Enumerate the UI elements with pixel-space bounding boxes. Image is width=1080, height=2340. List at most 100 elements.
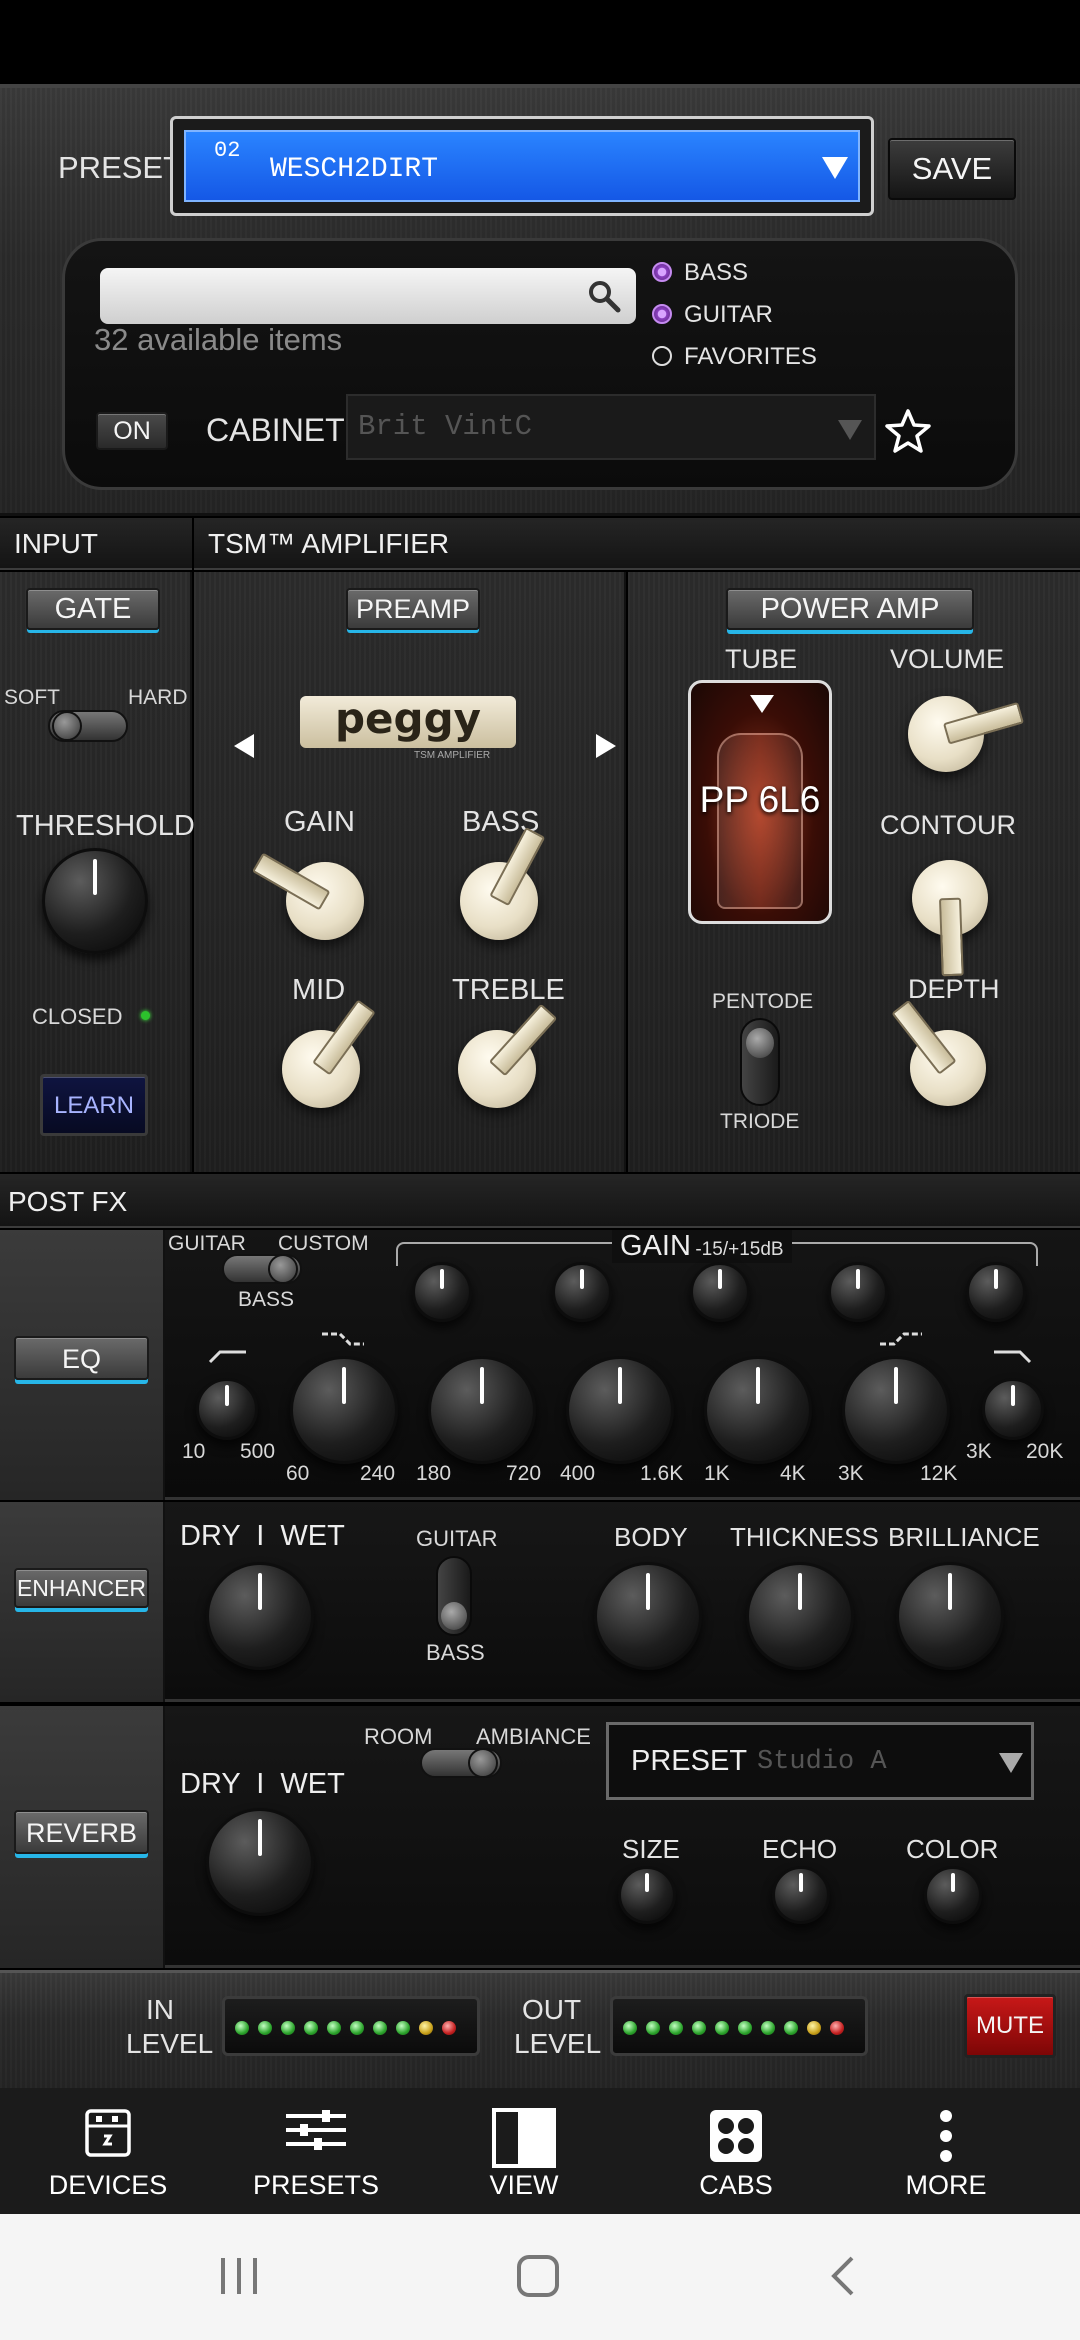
tube-selector[interactable]: PP 6L6 <box>688 680 832 924</box>
brilliance-knob[interactable] <box>896 1562 1004 1670</box>
enhancer-dry-wet-knob[interactable] <box>206 1562 314 1670</box>
search-input[interactable] <box>100 268 636 324</box>
treble-knob[interactable] <box>458 1003 558 1108</box>
enhancer-guitar-bass-switch[interactable] <box>436 1556 472 1636</box>
preamp-button[interactable]: PREAMP <box>346 588 480 630</box>
eq-band7-min: 3K <box>966 1440 992 1463</box>
body-knob[interactable] <box>594 1562 702 1670</box>
reverb-button[interactable]: REVERB <box>14 1810 149 1854</box>
eq-band1-max: 500 <box>240 1440 276 1463</box>
contour-knob[interactable] <box>912 860 988 977</box>
eq-band2-freq-knob[interactable] <box>290 1356 398 1464</box>
eq-lowcut-freq-knob[interactable] <box>196 1378 258 1440</box>
gain-knob[interactable] <box>251 852 364 940</box>
gate-soft-hard-switch[interactable] <box>48 710 128 742</box>
body-label: BODY <box>614 1522 688 1552</box>
back-icon[interactable] <box>828 2254 858 2298</box>
cabinet-on-button[interactable]: ON <box>96 412 168 450</box>
save-button[interactable]: SAVE <box>888 138 1016 200</box>
enhancer-button[interactable]: ENHANCER <box>14 1568 149 1608</box>
filter-favorites-radio[interactable] <box>652 346 672 366</box>
status-bar <box>0 0 1080 80</box>
eq-band4-gain-knob[interactable] <box>690 1262 750 1322</box>
recent-apps-icon[interactable] <box>218 2256 260 2296</box>
eq-band2-gain-knob[interactable] <box>412 1262 472 1322</box>
pentode-label: PENTODE <box>712 990 814 1013</box>
gate-soft-label: SOFT <box>4 686 60 709</box>
postfx-header: POST FX <box>0 1174 1080 1228</box>
eq-band6-gain-knob[interactable] <box>966 1262 1026 1322</box>
more-icon <box>940 2110 952 2162</box>
eq-button[interactable]: EQ <box>14 1336 149 1380</box>
echo-knob[interactable] <box>772 1866 830 1924</box>
nav-presets[interactable]: PRESETS <box>208 2090 424 2220</box>
volume-label: VOLUME <box>890 644 1005 674</box>
eq-band3-freq-knob[interactable] <box>428 1356 536 1464</box>
eq-custom-label: CUSTOM <box>278 1232 369 1255</box>
enhancer-dry-wet-label: DRY I WET <box>180 1520 345 1553</box>
reverb-sep: I <box>256 1768 265 1800</box>
thickness-knob[interactable] <box>746 1562 854 1670</box>
chevron-down-icon <box>838 420 862 440</box>
reverb-mode-switch[interactable] <box>420 1748 502 1778</box>
nav-view[interactable]: VIEW <box>416 2090 632 2220</box>
eq-highcut-freq-knob[interactable] <box>982 1378 1044 1440</box>
color-knob[interactable] <box>924 1866 982 1924</box>
eq-band3-gain-knob[interactable] <box>552 1262 612 1322</box>
reverb-tab: REVERB <box>0 1706 165 1968</box>
nav-more[interactable]: MORE <box>838 2090 1054 2220</box>
reverb-ambiance-label: AMBIANCE <box>476 1724 591 1749</box>
filter-bass-radio[interactable] <box>652 262 672 282</box>
reverb-preset-select[interactable]: PRESET Studio A <box>606 1722 1034 1800</box>
prev-model-arrow[interactable] <box>234 734 254 758</box>
next-model-arrow[interactable] <box>596 734 616 758</box>
volume-knob[interactable] <box>908 696 1025 772</box>
amp-title: TSM™ AMPLIFIER <box>208 528 450 559</box>
eq-band7-max: 20K <box>1026 1440 1064 1463</box>
bass-knob[interactable] <box>460 826 546 940</box>
output-level-meter <box>610 1996 868 2056</box>
nav-cabs[interactable]: CABS <box>628 2090 844 2220</box>
mute-button[interactable]: MUTE <box>964 1994 1056 2058</box>
filter-guitar-radio[interactable] <box>652 304 672 324</box>
eq-band5-freq-knob[interactable] <box>704 1356 812 1464</box>
brilliance-label: BRILLIANCE <box>888 1522 1040 1552</box>
home-icon[interactable] <box>516 2254 560 2298</box>
eq-band5-gain-knob[interactable] <box>828 1262 888 1322</box>
low-shelf-icon <box>322 1332 364 1346</box>
input-title: INPUT <box>14 528 98 559</box>
star-icon[interactable] <box>884 408 932 454</box>
size-knob[interactable] <box>618 1866 676 1924</box>
eq-band6-max: 12K <box>920 1462 958 1485</box>
power-amp-button[interactable]: POWER AMP <box>726 588 974 630</box>
eq-bass-label: BASS <box>238 1288 295 1311</box>
enhancer-sep: I <box>256 1520 265 1552</box>
filter-bass-label: BASS <box>684 259 749 286</box>
size-label: SIZE <box>622 1834 680 1864</box>
eq-band2-min: 60 <box>286 1462 310 1485</box>
learn-button[interactable]: LEARN <box>40 1074 148 1136</box>
high-cut-icon <box>994 1350 1032 1364</box>
search-text[interactable] <box>112 276 572 316</box>
thickness-label: THICKNESS <box>730 1522 879 1552</box>
reverb-dry-wet-knob[interactable] <box>206 1808 314 1916</box>
search-icon[interactable] <box>586 278 622 314</box>
threshold-knob[interactable] <box>42 848 148 954</box>
mid-knob[interactable] <box>282 999 376 1108</box>
preset-select[interactable]: 02 WESCH2DIRT <box>170 116 874 216</box>
eq-band6-freq-knob[interactable] <box>842 1356 950 1464</box>
view-icon <box>492 2108 556 2168</box>
eq-mode-switch[interactable] <box>222 1254 302 1284</box>
eq-band5-min: 1K <box>704 1462 730 1485</box>
depth-knob[interactable] <box>891 999 986 1106</box>
high-shelf-icon <box>880 1332 922 1346</box>
nav-devices[interactable]: DEVICES <box>0 2090 216 2220</box>
gate-button[interactable]: GATE <box>26 588 160 630</box>
tube-label: TUBE <box>725 644 798 674</box>
eq-band4-max: 1.6K <box>640 1462 684 1485</box>
color-label: COLOR <box>906 1834 999 1864</box>
pentode-triode-switch[interactable] <box>740 1018 780 1106</box>
eq-band4-freq-knob[interactable] <box>566 1356 674 1464</box>
input-header: INPUT <box>0 518 192 570</box>
cabinet-select[interactable]: Brit VintC <box>346 394 876 460</box>
